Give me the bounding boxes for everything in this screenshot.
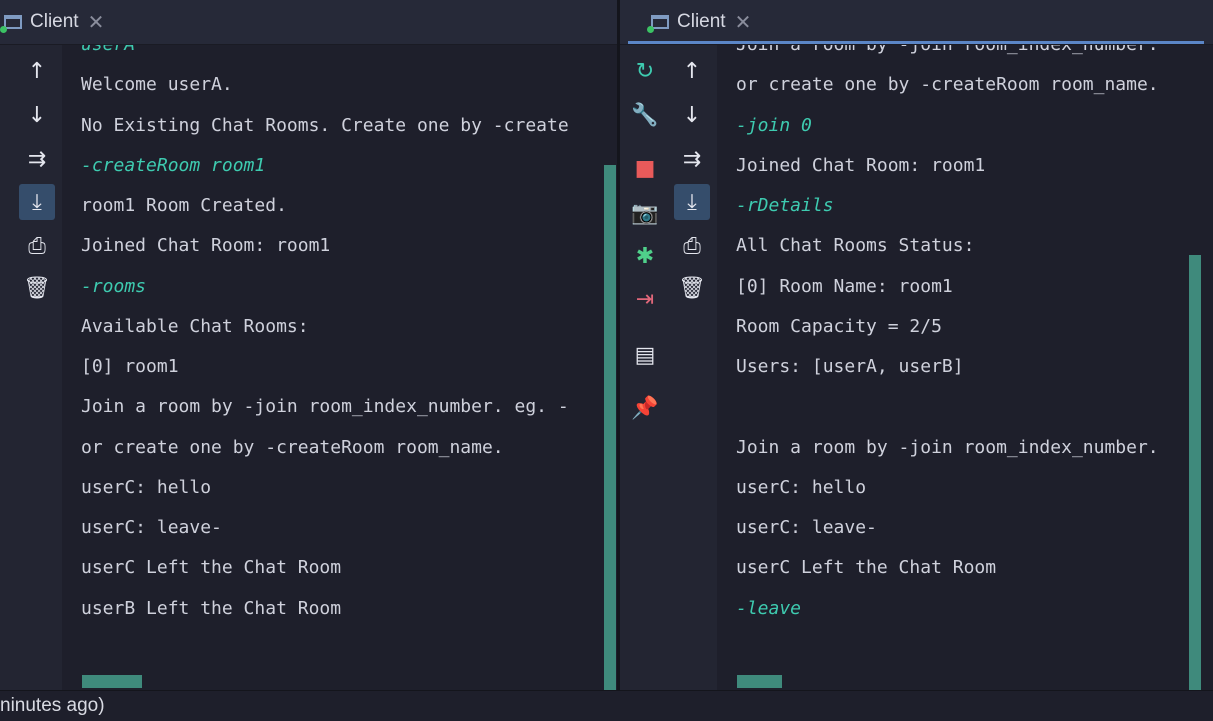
rerun-icon[interactable]: ↻: [627, 53, 663, 89]
tab-label: Client: [30, 11, 79, 32]
console-output-line: Welcome userA.: [81, 74, 233, 96]
right-horizontal-scrollbar[interactable]: [737, 675, 782, 688]
console-output-line: userC: leave-: [81, 517, 222, 538]
console-output-line: Join a room by -join room_index_number.: [736, 436, 1159, 458]
console-output-line: userC: leave-: [736, 517, 877, 538]
right-console-output[interactable]: Join a room by -join room_index_number.o…: [736, 45, 1184, 675]
console-output-line: or create one by -createRoom room_name.: [736, 74, 1159, 96]
scroll-to-end-icon[interactable]: ⤓: [674, 184, 710, 220]
console-window-icon: [647, 15, 669, 33]
console-command-line: -createRoom room1: [81, 154, 266, 176]
print-icon[interactable]: ⎙: [19, 228, 55, 264]
console-output-line: [0] Room Name: room1: [736, 275, 953, 297]
console-output-line: userC Left the Chat Room: [81, 557, 342, 579]
console-output-line: All Chat Rooms Status:: [736, 235, 975, 257]
console-output-line: userC Left the Chat Room: [736, 557, 997, 579]
tab-client-left[interactable]: Client ✕: [0, 0, 105, 44]
left-console-output[interactable]: userA Welcome userA. No Existing Chat Room…: [81, 45, 603, 675]
tab-bar: Client ✕ Client ✕: [0, 0, 1213, 45]
console-output-line: userC: hello: [81, 476, 212, 498]
arrow-down-icon[interactable]: ↓: [674, 97, 710, 133]
soft-wrap-icon[interactable]: ⇉: [19, 141, 55, 177]
trash-icon[interactable]: 🗑: [674, 270, 710, 306]
tab-client-right[interactable]: Client ✕: [647, 0, 752, 44]
close-icon[interactable]: ✕: [88, 10, 105, 35]
status-text: ninutes ago): [0, 695, 105, 716]
console-output-line: userC: hello: [736, 476, 867, 498]
layout-icon[interactable]: ▤: [627, 337, 663, 373]
console-output-line: userB Left the Chat Room: [81, 597, 342, 619]
debug-icon[interactable]: ✱: [627, 238, 663, 274]
console-command-line: -rDetails: [736, 195, 834, 216]
arrow-down-icon[interactable]: ↓: [19, 97, 55, 133]
console-output-line: [0] room1: [81, 356, 179, 377]
console-command-line: -join 0: [736, 114, 812, 136]
console-output-line: Joined Chat Room: room1: [736, 154, 986, 176]
console-command-line: -leave: [736, 597, 802, 619]
left-toolbar: ↑ ↓ ⇉ ⤓ ⎙ 🗑: [0, 45, 62, 690]
trash-icon[interactable]: 🗑: [19, 270, 55, 306]
exit-icon[interactable]: ⇥: [627, 281, 663, 317]
soft-wrap-icon[interactable]: ⇉: [674, 141, 710, 177]
print-icon[interactable]: ⎙: [674, 228, 710, 264]
console-output-line: Joined Chat Room: room1: [81, 235, 331, 257]
console-output-line: No Existing Chat Rooms. Create one by -c…: [81, 114, 569, 136]
console-command-line: -rooms: [81, 275, 147, 297]
active-tab-indicator: [628, 41, 1204, 44]
console-output-line: Available Chat Rooms:: [81, 315, 309, 337]
stop-icon[interactable]: ■: [627, 150, 663, 186]
right-vertical-scrollbar[interactable]: [1189, 255, 1201, 690]
left-vertical-scrollbar[interactable]: [604, 165, 616, 690]
status-bar: ninutes ago): [0, 690, 1213, 721]
pin-icon[interactable]: 📌: [627, 390, 663, 426]
close-icon[interactable]: ✕: [735, 10, 752, 35]
console-command-line: userA: [81, 45, 603, 65]
camera-icon[interactable]: 📷: [627, 195, 663, 231]
tab-label: Client: [677, 11, 726, 32]
console-output-line: or create one by -createRoom room_name.: [81, 436, 504, 458]
console-window-icon: [0, 15, 22, 33]
arrow-up-icon[interactable]: ↑: [674, 53, 710, 89]
wrench-icon[interactable]: 🔧: [627, 97, 663, 133]
console-output-line: Users: [userA, userB]: [736, 356, 964, 377]
left-horizontal-scrollbar[interactable]: [82, 675, 142, 688]
console-output-line: Join a room by -join room_index_number.: [736, 45, 1184, 65]
arrow-up-icon[interactable]: ↑: [19, 53, 55, 89]
console-output-line: Join a room by -join room_index_number. …: [81, 396, 569, 418]
right-toolbar: ↻ 🔧 ■ 📷 ✱ ⇥ ▤ 📌 ↑ ↓ ⇉ ⤓ ⎙ 🗑: [620, 45, 717, 690]
console-output-line: room1 Room Created.: [81, 195, 287, 216]
scroll-to-end-icon[interactable]: ⤓: [19, 184, 55, 220]
console-output-line: Room Capacity = 2/5: [736, 315, 942, 337]
